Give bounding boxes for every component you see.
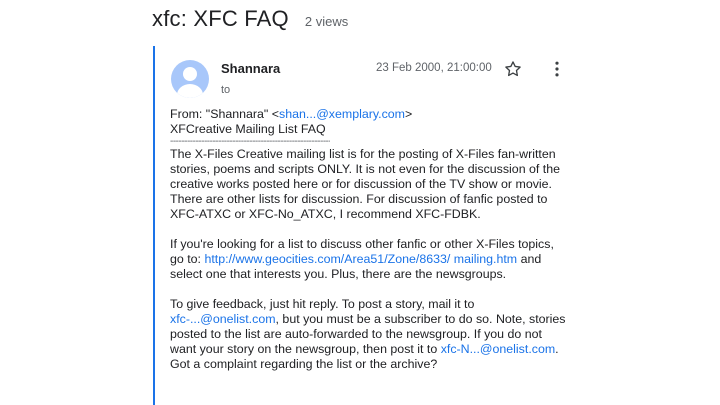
xfc-email-link[interactable]: xfc-...@onelist.com xyxy=(170,312,276,326)
from-email-link[interactable]: shan...@xemplary.com xyxy=(279,107,405,121)
more-vert-icon xyxy=(555,61,559,77)
message-accent-bar xyxy=(153,46,155,405)
message-date: 23 Feb 2000, 21:00:00 xyxy=(376,62,492,74)
xfc-no-email-link[interactable]: xfc-N...@onelist.com xyxy=(441,342,555,356)
paragraph-2: If you're looking for a list to discuss … xyxy=(170,237,570,282)
star-icon xyxy=(505,61,521,77)
from-line: From: "Shannara" <shan...@xemplary.com> xyxy=(170,107,570,122)
divider-dashes: ----------------------------------------… xyxy=(170,137,330,147)
thread-header: xfc: XFC FAQ 2 views xyxy=(152,6,348,36)
avatar-head xyxy=(183,67,197,81)
sender-name[interactable]: Shannara xyxy=(221,61,280,76)
avatar-body xyxy=(177,84,203,98)
star-button[interactable] xyxy=(503,59,523,79)
paragraph-3: To give feedback, just hit reply. To pos… xyxy=(170,297,570,372)
para3-text: To give feedback, just hit reply. To pos… xyxy=(170,297,475,311)
paragraph-1: The X-Files Creative mailing list is for… xyxy=(170,147,561,221)
faq-title: XFCreative Mailing List FAQ xyxy=(170,122,326,136)
avatar[interactable] xyxy=(171,60,209,98)
view-count: 2 views xyxy=(304,14,349,29)
thread-title: xfc: XFC FAQ xyxy=(152,6,289,31)
more-options-button[interactable] xyxy=(547,59,567,79)
from-prefix: From: "Shannara" < xyxy=(170,107,280,121)
geocities-link[interactable]: http://www.geocities.com/Area51/Zone/863… xyxy=(204,252,517,266)
message-body: From: "Shannara" <shan...@xemplary.com> … xyxy=(170,107,570,372)
from-suffix: > xyxy=(404,107,413,121)
recipients-toggle[interactable]: to xyxy=(221,84,230,96)
